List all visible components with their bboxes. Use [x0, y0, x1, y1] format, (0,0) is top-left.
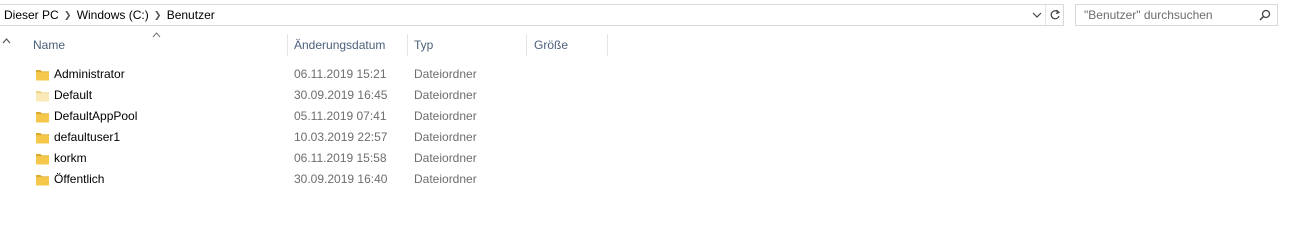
breadcrumb-benutzer[interactable]: Benutzer: [165, 5, 217, 25]
refresh-icon[interactable]: [1045, 5, 1064, 25]
file-type: Dateiordner: [414, 67, 477, 81]
file-name: Administrator: [54, 67, 125, 81]
column-headers: Name Änderungsdatum Typ Größe: [0, 32, 1291, 58]
search-icon[interactable]: [1259, 9, 1271, 21]
file-name: Default: [54, 88, 93, 102]
chevron-down-icon[interactable]: [1030, 5, 1044, 25]
column-header-size[interactable]: Größe: [528, 32, 608, 58]
search-input[interactable]: "Benutzer" durchsuchen: [1075, 4, 1278, 26]
file-name: korkm: [54, 151, 87, 165]
file-date: 30.09.2019 16:45: [294, 88, 388, 102]
file-type: Dateiordner: [414, 130, 477, 144]
chevron-right-icon[interactable]: ❯: [151, 5, 165, 25]
breadcrumb-windows-drive[interactable]: Windows (C:): [75, 5, 151, 25]
file-type: Dateiordner: [414, 88, 477, 102]
column-header-name[interactable]: Name: [27, 32, 287, 58]
list-item[interactable]: korkm 06.11.2019 15:58 Dateiordner: [0, 148, 1291, 169]
address-bar[interactable]: Dieser PC ❯ Windows (C:) ❯ Benutzer: [0, 4, 1064, 26]
file-name: DefaultAppPool: [54, 109, 138, 123]
folder-icon: [35, 151, 50, 166]
folder-icon: [35, 67, 50, 82]
file-date: 30.09.2019 16:40: [294, 172, 388, 186]
file-list: Administrator 06.11.2019 15:21 Dateiordner…: [0, 64, 1291, 190]
file-date: 05.11.2019 07:41: [294, 109, 387, 123]
column-header-type[interactable]: Typ: [408, 32, 526, 58]
folder-icon: [35, 109, 50, 124]
file-name: Öffentlich: [54, 172, 105, 186]
list-item[interactable]: defaultuser1 10.03.2019 22:57 Dateiordner: [0, 127, 1291, 148]
chevron-right-icon[interactable]: ❯: [61, 5, 75, 25]
folder-icon: [35, 130, 50, 145]
list-item[interactable]: Öffentlich 30.09.2019 16:40 Dateiordner: [0, 169, 1291, 190]
list-item[interactable]: DefaultAppPool 05.11.2019 07:41 Dateiordne…: [0, 106, 1291, 127]
breadcrumb: Dieser PC ❯ Windows (C:) ❯ Benutzer: [2, 5, 217, 25]
file-explorer-window: Dieser PC ❯ Windows (C:) ❯ Benutzer "Ben…: [0, 0, 1291, 252]
column-divider[interactable]: [526, 34, 527, 56]
file-type: Dateiordner: [414, 151, 477, 165]
column-divider[interactable]: [607, 34, 608, 56]
file-date: 10.03.2019 22:57: [294, 130, 388, 144]
file-type: Dateiordner: [414, 172, 477, 186]
list-item[interactable]: Default 30.09.2019 16:45 Dateiordner: [0, 85, 1291, 106]
toolbar-row: Dieser PC ❯ Windows (C:) ❯ Benutzer "Ben…: [0, 0, 1291, 30]
search-placeholder: "Benutzer" durchsuchen: [1084, 8, 1213, 22]
list-item[interactable]: Administrator 06.11.2019 15:21 Dateiordner: [0, 64, 1291, 85]
breadcrumb-this-pc[interactable]: Dieser PC: [2, 5, 61, 25]
folder-icon: [35, 172, 50, 187]
file-date: 06.11.2019 15:58: [294, 151, 387, 165]
folder-icon: [35, 88, 50, 103]
file-type: Dateiordner: [414, 109, 477, 123]
file-name: defaultuser1: [54, 130, 121, 144]
column-header-date[interactable]: Änderungsdatum: [288, 32, 407, 58]
file-date: 06.11.2019 15:21: [294, 67, 387, 81]
